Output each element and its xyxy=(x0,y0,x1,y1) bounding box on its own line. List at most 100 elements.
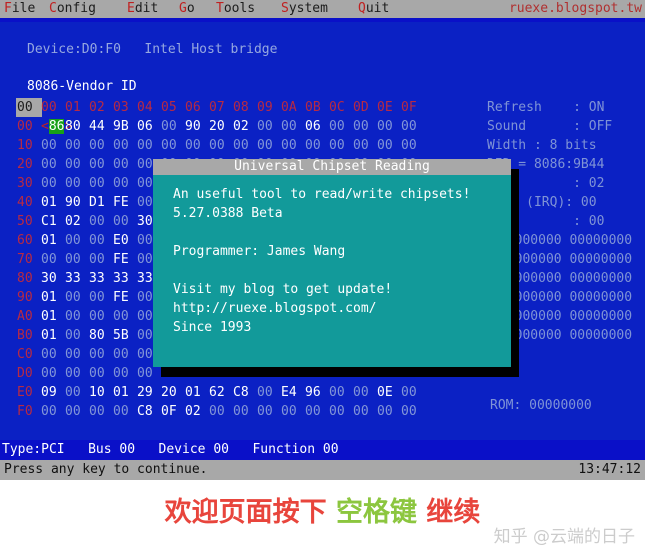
hex-cell[interactable]: 0E xyxy=(377,383,401,402)
hex-cell[interactable]: 00 xyxy=(41,345,65,364)
hex-cell[interactable]: 00 xyxy=(257,402,281,421)
hex-cell[interactable]: 00 xyxy=(89,155,113,174)
menu-item-file[interactable]: File xyxy=(4,0,35,18)
hex-cell[interactable]: 00 xyxy=(377,117,401,136)
hex-cell[interactable]: 62 xyxy=(209,383,233,402)
hex-cell[interactable]: 00 xyxy=(353,117,377,136)
hex-cell[interactable]: 80 xyxy=(65,117,89,136)
hex-cell[interactable]: 06 xyxy=(305,117,329,136)
hex-cell[interactable]: 01 xyxy=(41,231,65,250)
hex-cell[interactable]: 00 xyxy=(209,402,233,421)
hex-cell[interactable]: 96 xyxy=(305,383,329,402)
hex-cell[interactable]: 10 xyxy=(89,383,113,402)
hex-cell[interactable]: 00 xyxy=(65,307,89,326)
hex-cell[interactable]: 00 xyxy=(257,117,281,136)
hex-cell[interactable]: 00 xyxy=(329,402,353,421)
hex-cell[interactable]: 06 xyxy=(137,117,161,136)
hex-cell[interactable]: 01 xyxy=(113,383,137,402)
hex-cell[interactable]: 00 xyxy=(65,174,89,193)
menu-item-system[interactable]: System xyxy=(281,0,328,18)
hex-cell[interactable]: 00 xyxy=(89,345,113,364)
hex-cell[interactable]: E4 xyxy=(281,383,305,402)
hex-cell[interactable]: 02 xyxy=(185,402,209,421)
hex-cell[interactable]: 00 xyxy=(65,326,89,345)
hex-cell[interactable]: FE xyxy=(113,288,137,307)
hex-cell[interactable]: 00 xyxy=(353,136,377,155)
hex-cell[interactable]: 00 xyxy=(113,136,137,155)
hex-cell[interactable]: 00 xyxy=(113,345,137,364)
hex-cell[interactable]: 29 xyxy=(137,383,161,402)
hex-cell[interactable]: 00 xyxy=(257,136,281,155)
hex-cell[interactable]: 33 xyxy=(113,269,137,288)
hex-cell[interactable]: 00 xyxy=(89,136,113,155)
hex-cell[interactable]: 00 xyxy=(41,174,65,193)
hex-cell[interactable]: 00 xyxy=(305,136,329,155)
hex-cell[interactable]: D1 xyxy=(89,193,113,212)
hex-cell[interactable]: 00 xyxy=(329,383,353,402)
menu-item-edit[interactable]: Edit xyxy=(127,0,158,18)
hex-cell[interactable]: 00 xyxy=(65,345,89,364)
hex-cell[interactable]: 00 xyxy=(89,231,113,250)
hex-cell[interactable]: 00 xyxy=(41,402,65,421)
hex-cell[interactable]: 02 xyxy=(65,212,89,231)
hex-cell[interactable]: 00 xyxy=(113,364,137,383)
hex-cell[interactable]: 00 xyxy=(377,402,401,421)
hex-cell[interactable]: 00 xyxy=(65,364,89,383)
hex-cell[interactable]: 00 xyxy=(401,402,425,421)
hex-cell[interactable]: 00 xyxy=(113,307,137,326)
hex-cell[interactable]: 00 xyxy=(65,402,89,421)
hex-cell[interactable]: 02 xyxy=(233,117,257,136)
hex-cell[interactable]: 00 xyxy=(353,402,377,421)
hex-cell[interactable]: 00 xyxy=(401,383,425,402)
hex-cell[interactable]: 00 xyxy=(41,136,65,155)
hex-cell[interactable]: 00 xyxy=(377,136,401,155)
hex-cell[interactable]: 00 xyxy=(89,307,113,326)
hex-cell[interactable]: 90 xyxy=(65,193,89,212)
hex-cell[interactable]: 00 xyxy=(305,402,329,421)
about-dialog[interactable]: Universal Chipset Reading An useful tool… xyxy=(153,159,511,367)
hex-cell[interactable]: 00 xyxy=(329,136,353,155)
hex-cell[interactable]: 00 xyxy=(89,174,113,193)
hex-cell[interactable]: FE xyxy=(113,250,137,269)
hex-cell[interactable]: 9B xyxy=(113,117,137,136)
hex-cell[interactable]: 00 xyxy=(113,212,137,231)
hex-cell[interactable]: 00 xyxy=(401,136,425,155)
hex-cell[interactable]: 00 xyxy=(185,136,209,155)
menu-item-tools[interactable]: Tools xyxy=(216,0,255,18)
hex-cell[interactable]: 5B xyxy=(113,326,137,345)
hex-cell[interactable]: 00 xyxy=(113,402,137,421)
menu-item-go[interactable]: Go xyxy=(179,0,195,18)
hex-cell[interactable]: 00 xyxy=(65,155,89,174)
hex-cell[interactable]: 00 xyxy=(65,288,89,307)
hex-cell[interactable]: 0F xyxy=(161,402,185,421)
hex-cell[interactable]: 44 xyxy=(89,117,113,136)
hex-row[interactable]: E0 09 00 10 01 29 20 01 62 C8 00 E4 96 00 00 0E 00 xyxy=(17,383,425,402)
hex-cell[interactable]: 00 xyxy=(401,117,425,136)
hex-cell[interactable]: 00 xyxy=(281,117,305,136)
hex-cell[interactable]: 01 xyxy=(41,288,65,307)
hex-cell[interactable]: 33 xyxy=(89,269,113,288)
hex-cell[interactable]: 00 xyxy=(65,231,89,250)
hex-cell[interactable]: 00 xyxy=(161,117,185,136)
hex-cell[interactable]: 30 xyxy=(41,269,65,288)
menu-item-quit[interactable]: Quit xyxy=(358,0,389,18)
hex-cell[interactable]: 00 xyxy=(113,155,137,174)
hex-cell[interactable]: 01 xyxy=(41,193,65,212)
hex-cell[interactable]: 01 xyxy=(41,307,65,326)
hex-cell[interactable]: 00 xyxy=(233,402,257,421)
hex-cell[interactable]: 00 xyxy=(89,212,113,231)
hex-cell[interactable]: 00 xyxy=(65,250,89,269)
hex-cell[interactable]: 20 xyxy=(161,383,185,402)
hex-cell[interactable]: 00 xyxy=(89,364,113,383)
hex-row[interactable]: 00 <86>80 44 9B 06 00 90 20 02 00 00 06 00 00 00 00 xyxy=(17,117,425,136)
hex-cell[interactable]: C8 xyxy=(137,402,161,421)
hex-row[interactable]: 10 00 00 00 00 00 00 00 00 00 00 00 00 00 00 00 00 xyxy=(17,136,425,155)
hex-cell-selected[interactable]: 86 xyxy=(48,119,65,134)
hex-cell[interactable]: <86> xyxy=(41,117,72,136)
hex-cell[interactable]: FE xyxy=(113,193,137,212)
hex-cell[interactable]: 00 xyxy=(113,174,137,193)
hex-cell[interactable]: 00 xyxy=(89,288,113,307)
hex-cell[interactable]: 00 xyxy=(209,136,233,155)
hex-cell[interactable]: 80 xyxy=(89,326,113,345)
hex-cell[interactable]: 00 xyxy=(137,136,161,155)
